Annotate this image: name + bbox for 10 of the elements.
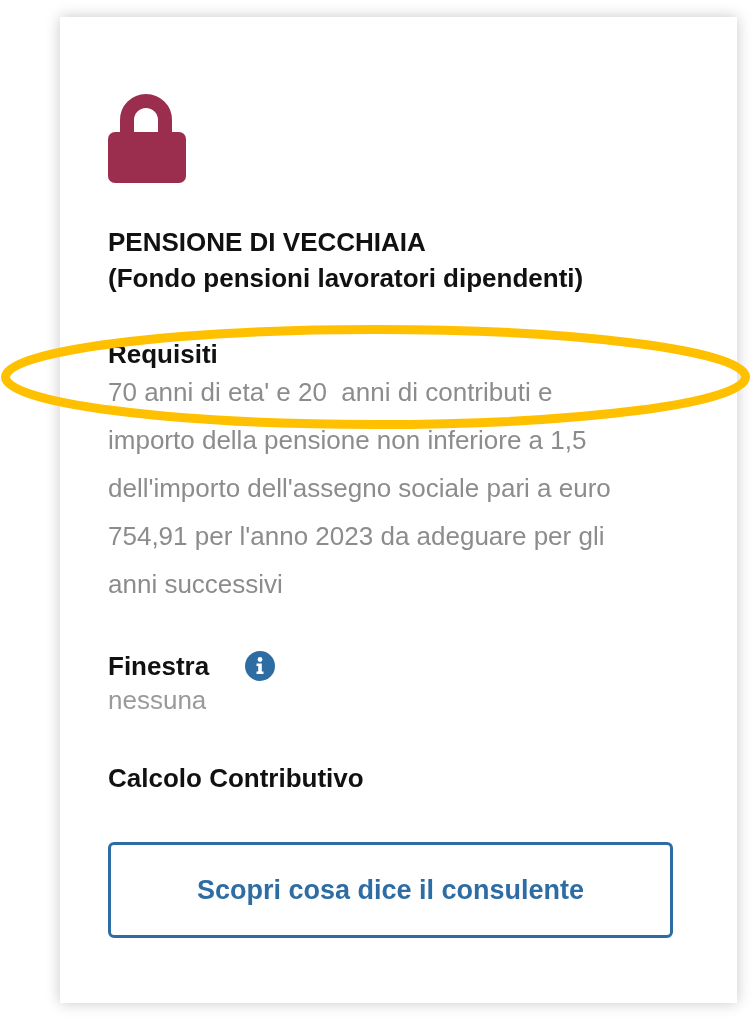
consultant-button[interactable]: Scopri cosa dice il consulente [108,842,673,938]
card-subtitle: (Fondo pensioni lavoratori dipendenti) [108,262,584,295]
window-label: Finestra [108,651,210,681]
info-icon[interactable] [245,651,276,681]
requirements-label: Requisiti [108,340,218,368]
card-title: PENSIONE DI VECCHIAIA [108,226,426,259]
requirements-text: 70 anni di eta' e 20 anni di contributi e importo della pensione non inferiore a 1,5 dell'importo dell'assegno sociale pari a euro 754,91 per l'anno 2023 da adeguare per gli anni successivi [108,376,612,601]
window-value: nessuna [108,685,207,715]
calculation-label: Calcolo Contributivo [108,763,364,793]
lock-icon [108,94,186,183]
